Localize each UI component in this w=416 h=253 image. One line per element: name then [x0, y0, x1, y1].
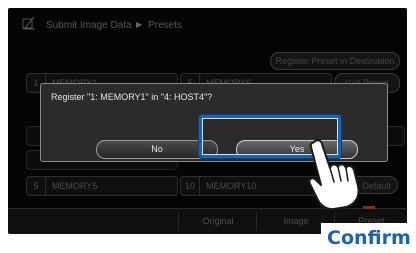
confirm-caption: Confirm [321, 223, 416, 253]
pointing-hand-icon [308, 139, 360, 210]
dialog-message: Register "1: MEMORY1" in "4: HOST4"? [51, 92, 213, 102]
